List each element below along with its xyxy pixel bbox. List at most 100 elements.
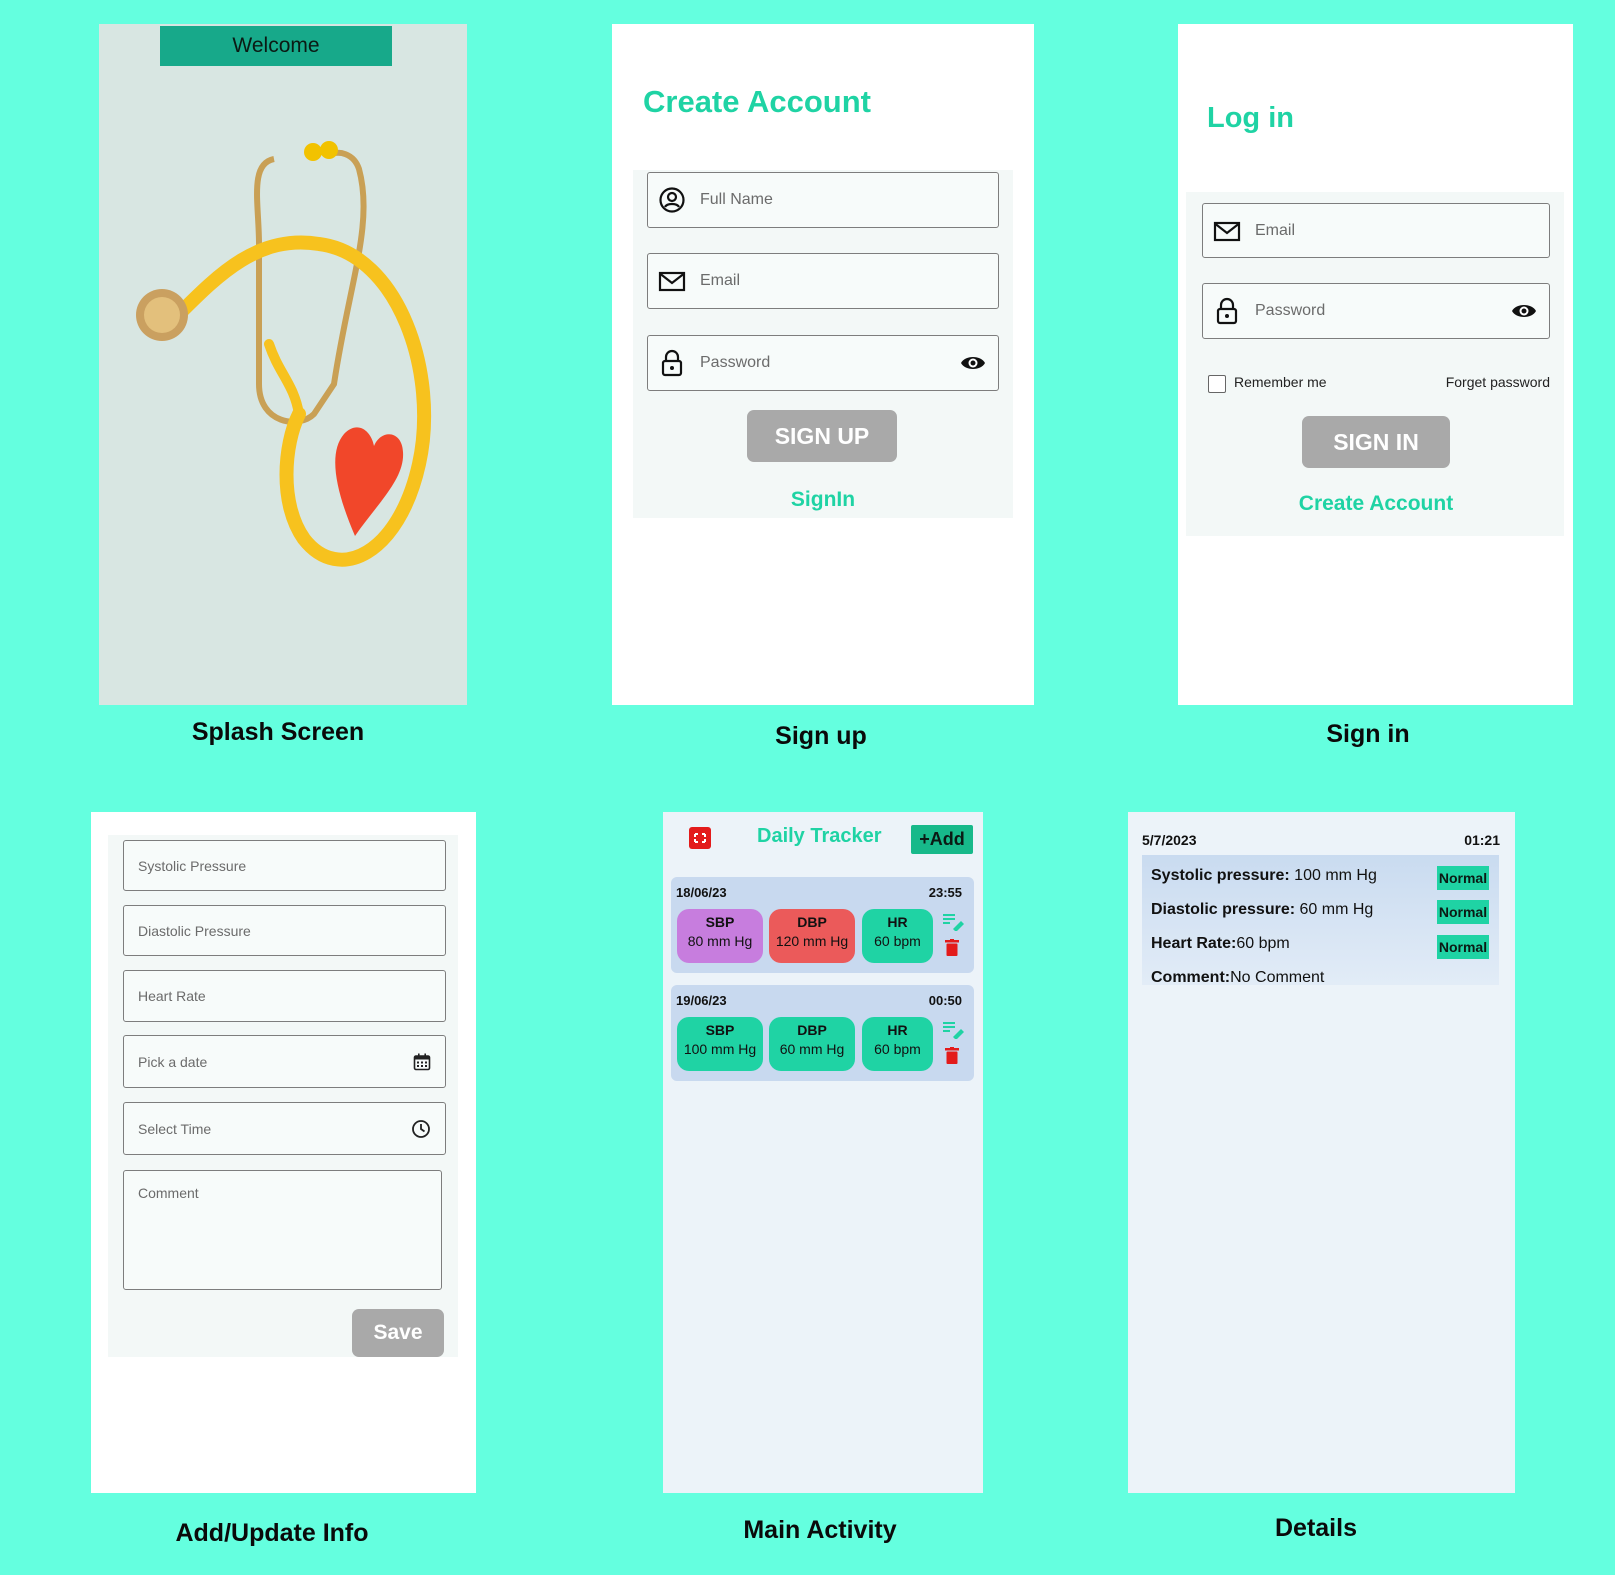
heart-rate-value: 60 bpm (1236, 935, 1290, 952)
forget-password-link[interactable]: Forget password (1446, 374, 1550, 390)
detail-time: 01:21 (1464, 832, 1500, 848)
calendar-icon[interactable] (413, 1053, 431, 1071)
systolic-label: Systolic pressure: (1151, 867, 1290, 884)
caption-splash: Splash Screen (191, 718, 365, 746)
details-card: Systolic pressure: 100 mm Hg Normal Dias… (1142, 855, 1499, 987)
email-field[interactable]: Email (1202, 203, 1550, 258)
systolic-field[interactable]: Systolic Pressure (123, 840, 446, 891)
diastolic-placeholder: Diastolic Pressure (138, 922, 251, 939)
signin-link[interactable]: SignIn (748, 488, 898, 512)
hr-pill: HR 60 bpm (862, 909, 933, 963)
full-name-placeholder: Full Name (700, 191, 773, 208)
welcome-banner: Welcome (160, 26, 392, 66)
sbp-value: 80 mm Hg (687, 933, 753, 949)
page-title: Create Account (643, 84, 871, 119)
full-name-field[interactable]: Full Name (647, 172, 999, 228)
comment-value: No Comment (1230, 969, 1325, 986)
splash-screen: Welcome (99, 24, 467, 705)
sbp-value: 100 mm Hg (683, 1041, 757, 1057)
hr-pill: HR 60 bpm (862, 1017, 933, 1071)
sbp-label: SBP (705, 1022, 735, 1038)
sbp-pill: SBP 80 mm Hg (677, 909, 763, 963)
dbp-label: DBP (797, 914, 827, 930)
systolic-placeholder: Systolic Pressure (138, 857, 247, 874)
password-field[interactable]: Password (1202, 283, 1550, 339)
systolic-value: 100 mm Hg (1289, 867, 1377, 884)
caption-add-info: Add/Update Info (175, 1519, 369, 1547)
main-activity-screen: Daily Tracker +Add 18/06/23 23:55 SBP 80… (663, 812, 983, 1493)
record-date: 18/06/23 (676, 885, 727, 900)
email-placeholder: Email (1255, 221, 1296, 239)
delete-icon[interactable] (945, 1047, 959, 1064)
record-date: 19/06/23 (676, 993, 727, 1008)
diastolic-row: Diastolic pressure: 60 mm Hg (1151, 901, 1373, 919)
diastolic-field[interactable]: Diastolic Pressure (123, 905, 446, 956)
page-title: Daily Tracker (757, 825, 882, 847)
dbp-label: DBP (797, 1022, 827, 1038)
dbp-pill: DBP 120 mm Hg (769, 909, 855, 963)
hr-label: HR (887, 1022, 908, 1038)
record-time: 00:50 (928, 993, 962, 1008)
lock-icon (661, 349, 683, 377)
delete-icon[interactable] (945, 939, 959, 956)
record-card[interactable]: 19/06/23 00:50 SBP 100 mm Hg DBP 60 mm H… (671, 985, 974, 1081)
dbp-value: 60 mm Hg (779, 1041, 845, 1057)
comment-field[interactable]: Comment (123, 1170, 442, 1290)
hr-value: 60 bpm (874, 1041, 921, 1057)
password-field[interactable]: Password (647, 335, 999, 391)
add-info-form: Systolic Pressure Diastolic Pressure Hea… (108, 835, 458, 1357)
details-screen: 5/7/2023 01:21 Systolic pressure: 100 mm… (1128, 812, 1515, 1493)
remember-checkbox[interactable] (1208, 375, 1226, 393)
dbp-pill: DBP 60 mm Hg (769, 1017, 855, 1071)
edit-icon[interactable] (943, 913, 965, 931)
edit-icon[interactable] (943, 1021, 965, 1039)
lock-icon (1216, 297, 1238, 325)
detail-date: 5/7/2023 (1142, 832, 1197, 848)
record-time: 23:55 (928, 885, 962, 900)
heart-rate-placeholder: Heart Rate (138, 988, 206, 1004)
add-button[interactable]: +Add (911, 825, 973, 854)
time-field[interactable]: Select Time (123, 1102, 446, 1155)
comment-row: Comment:No Comment (1151, 969, 1324, 987)
stethoscope-image (136, 141, 432, 567)
email-field[interactable]: Email (647, 253, 999, 309)
signin-screen: Log in Email Password Remember me Forget… (1178, 24, 1573, 705)
mail-icon (658, 271, 686, 292)
save-button[interactable]: Save (352, 1309, 444, 1357)
caption-signup: Sign up (775, 722, 867, 750)
record-card[interactable]: 18/06/23 23:55 SBP 80 mm Hg DBP 120 mm H… (671, 877, 974, 973)
systolic-row: Systolic pressure: 100 mm Hg (1151, 867, 1377, 885)
dbp-value: 120 mm Hg (775, 933, 849, 949)
time-placeholder: Select Time (138, 1120, 212, 1137)
signup-form: Full Name Email Password SIGN UP SignIn (633, 170, 1013, 518)
hr-label: HR (887, 914, 908, 930)
signin-button[interactable]: SIGN IN (1302, 416, 1450, 468)
signup-screen: Create Account Full Name Email Password (612, 24, 1034, 705)
date-placeholder: Pick a date (138, 1053, 208, 1070)
comment-label: Comment: (1151, 969, 1231, 986)
systolic-status-badge: Normal (1437, 866, 1489, 890)
eye-icon[interactable] (960, 350, 986, 376)
comment-placeholder: Comment (138, 1185, 199, 1201)
create-account-link[interactable]: Create Account (1266, 492, 1486, 516)
sbp-pill: SBP 100 mm Hg (677, 1017, 763, 1071)
caption-details: Details (1275, 1514, 1357, 1542)
caption-main: Main Activity (743, 1516, 897, 1544)
add-info-screen: Systolic Pressure Diastolic Pressure Hea… (91, 812, 476, 1493)
sbp-label: SBP (705, 914, 735, 930)
date-field[interactable]: Pick a date (123, 1035, 446, 1088)
heart-rate-field[interactable]: Heart Rate (123, 970, 446, 1022)
hr-value: 60 bpm (874, 933, 921, 949)
heart-rate-label: Heart Rate: (1151, 935, 1237, 952)
diastolic-status-badge: Normal (1437, 900, 1489, 924)
password-placeholder: Password (700, 354, 771, 371)
email-placeholder: Email (700, 272, 741, 289)
caption-signin: Sign in (1326, 720, 1410, 748)
password-placeholder: Password (1255, 302, 1326, 319)
heart-rate-row: Heart Rate:60 bpm (1151, 935, 1290, 953)
logout-icon[interactable] (689, 827, 711, 849)
signup-button[interactable]: SIGN UP (747, 410, 897, 462)
user-circle-icon (659, 187, 685, 213)
clock-icon[interactable] (411, 1119, 431, 1139)
eye-icon[interactable] (1511, 298, 1537, 324)
